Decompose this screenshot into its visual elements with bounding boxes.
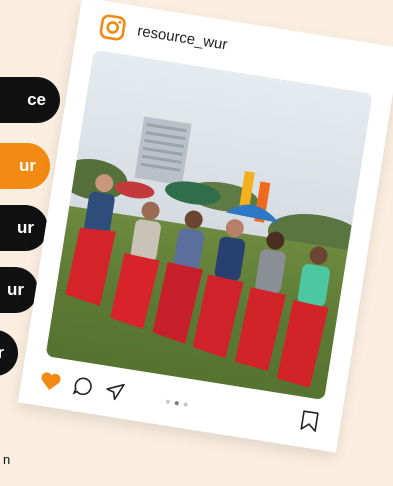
nav-pill-1[interactable]: ce <box>0 77 60 123</box>
carousel-dot <box>183 402 188 407</box>
nav-pill-label: ur <box>19 156 36 175</box>
carousel-dot-active <box>174 400 180 406</box>
nav-pill-label: ur <box>17 218 34 237</box>
nav-pill-5[interactable]: ur <box>0 330 18 376</box>
post-username[interactable]: resource_wur <box>136 23 228 54</box>
sack-race-photo <box>45 49 373 401</box>
comment-icon[interactable] <box>72 375 95 398</box>
nav-pill-label: ur <box>7 280 24 299</box>
carousel-indicator <box>165 399 188 407</box>
post-photo[interactable] <box>45 49 373 401</box>
post-actions <box>38 370 126 403</box>
nav-pill-3[interactable]: ur <box>0 205 48 251</box>
bookmark-icon[interactable] <box>299 409 320 434</box>
nav-pill-label: ur <box>0 343 4 362</box>
instagram-post-card: resource_wur <box>17 0 393 453</box>
instagram-icon[interactable] <box>98 13 128 43</box>
stage: ce ur ur ur ur n resource_wur <box>0 0 393 486</box>
carousel-dot <box>165 399 171 405</box>
nav-pill-2-active[interactable]: ur <box>0 143 50 189</box>
heart-icon[interactable] <box>38 370 63 393</box>
footer-fragment: n <box>3 452 11 467</box>
nav-pill-label: ce <box>27 90 46 109</box>
share-icon[interactable] <box>103 380 126 403</box>
